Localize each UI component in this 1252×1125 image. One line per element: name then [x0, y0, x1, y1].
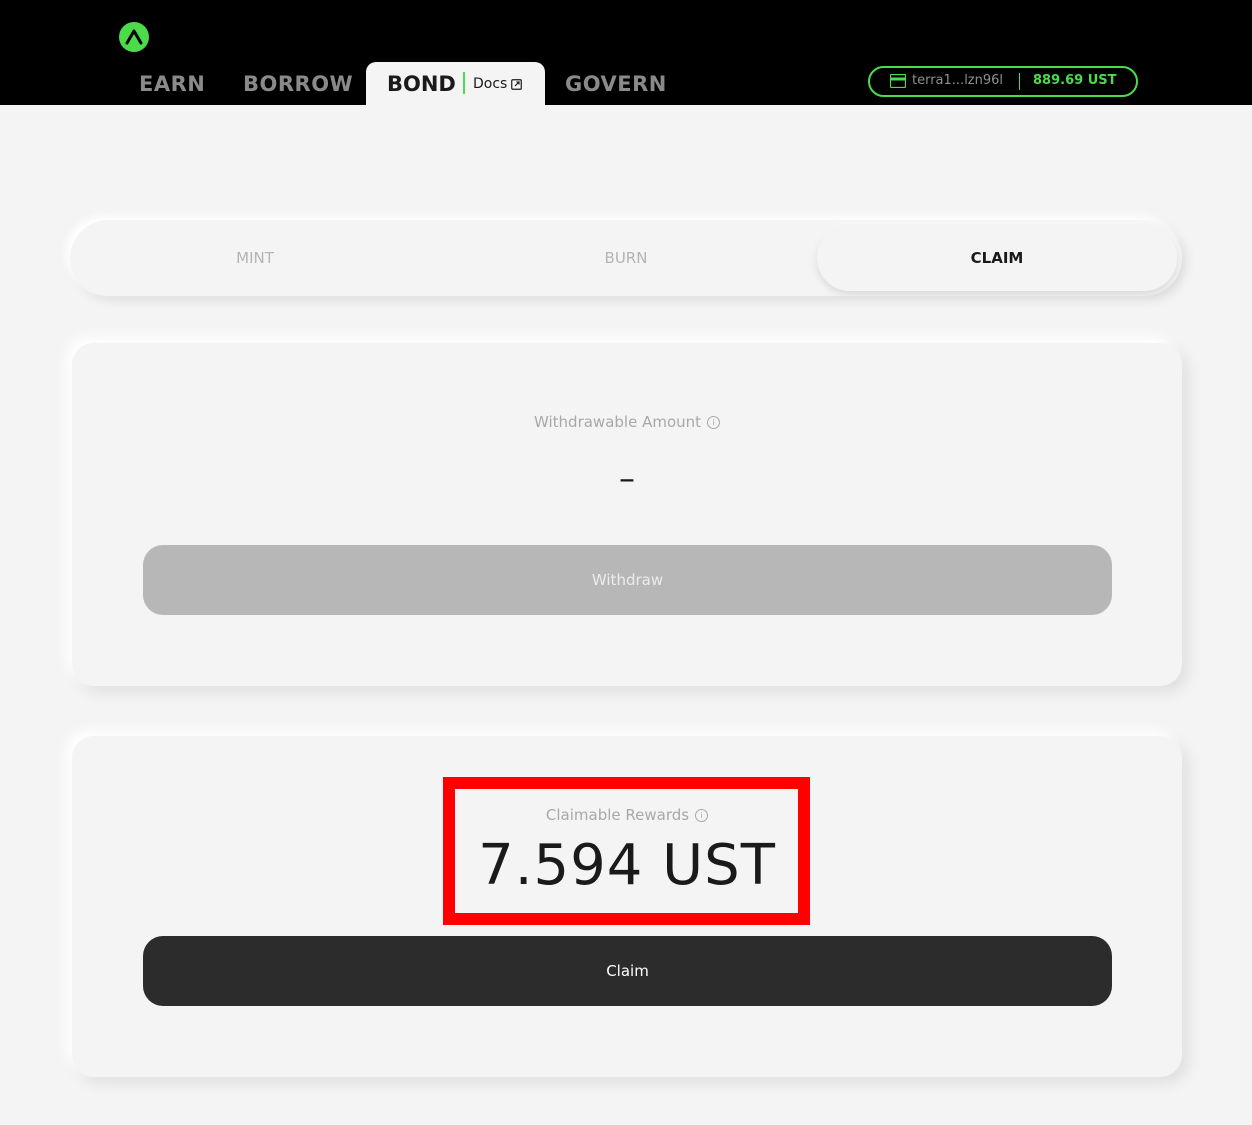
claim-card: Claimable Rewards i 7.594 UST Claim — [72, 736, 1182, 1077]
withdrawable-amount-label: Withdrawable Amount i — [72, 413, 1182, 431]
bond-mode-tabs: MINT BURN CLAIM — [70, 220, 1182, 296]
tab-burn[interactable]: BURN — [446, 225, 806, 291]
wallet-divider — [1019, 73, 1020, 90]
claim-button[interactable]: Claim — [143, 936, 1112, 1006]
nav-tab-earn[interactable]: EARN — [139, 72, 205, 96]
wallet-balance: 889.69 UST — [1033, 73, 1117, 88]
tab-mint[interactable]: MINT — [75, 225, 435, 291]
anchor-logo-icon[interactable] — [119, 22, 149, 52]
withdrawable-amount-label-text: Withdrawable Amount — [533, 413, 702, 431]
top-header: EARN BORROW BOND Docs GOVERN terra1...lz… — [0, 0, 1252, 105]
withdraw-button[interactable]: Withdraw — [143, 545, 1112, 615]
info-icon[interactable]: i — [707, 416, 721, 429]
nav-divider — [463, 72, 465, 94]
info-icon[interactable]: i — [695, 809, 709, 822]
nav-tab-govern[interactable]: GOVERN — [565, 72, 667, 96]
claimable-rewards-label: Claimable Rewards i — [72, 806, 1182, 824]
claimable-rewards-value: 7.594 UST — [478, 833, 776, 898]
nav-tab-bond-active: BOND Docs — [366, 62, 545, 105]
withdrawable-amount-value: – — [619, 459, 635, 497]
wallet-address: terra1...lzn96l — [912, 73, 1004, 88]
claimable-rewards-label-text: Claimable Rewards — [545, 806, 690, 824]
nav-tab-borrow[interactable]: BORROW — [243, 72, 353, 96]
wallet-button[interactable]: terra1...lzn96l 889.69 UST — [868, 66, 1138, 97]
withdraw-card: Withdrawable Amount i – Withdraw — [72, 343, 1182, 686]
docs-link[interactable]: Docs — [473, 75, 523, 93]
external-link-icon — [511, 78, 523, 90]
page: EARN BORROW BOND Docs GOVERN terra1...lz… — [0, 0, 1252, 1125]
tab-claim[interactable]: CLAIM — [817, 225, 1177, 291]
wallet-icon — [890, 74, 906, 88]
docs-label: Docs — [473, 76, 508, 92]
nav-tab-bond[interactable]: BOND — [387, 72, 456, 96]
